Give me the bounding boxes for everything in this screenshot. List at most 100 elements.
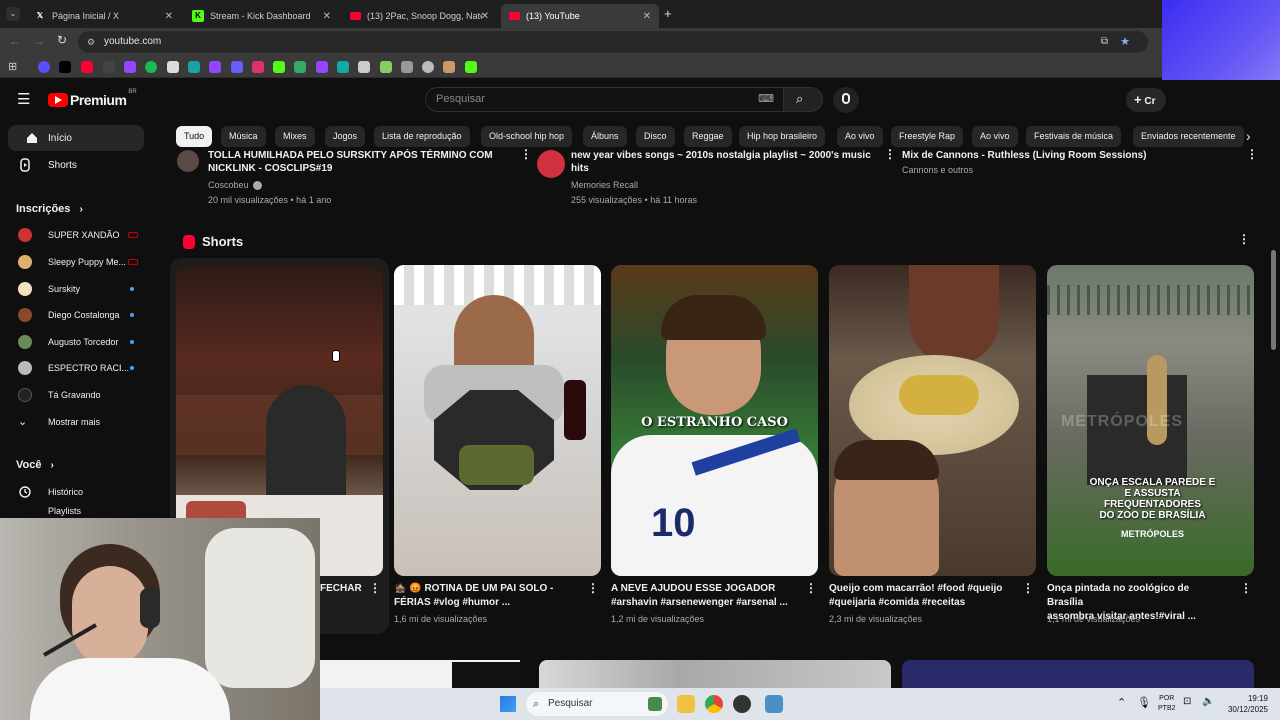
- short-thumbnail[interactable]: 10 O ESTRANHO CASO: [611, 265, 818, 576]
- bookmark-icon[interactable]: [380, 61, 392, 73]
- more-options-icon[interactable]: ⋮: [1022, 582, 1034, 594]
- tab-youtube-music[interactable]: (13) 2Pac, Snoop Dogg, Nate D ✕: [342, 4, 497, 28]
- video-title[interactable]: Mix de Cannons - Ruthless (Living Room S…: [902, 149, 1232, 162]
- x-bookmark-icon[interactable]: [59, 61, 71, 73]
- channel-name[interactable]: Cannons e outros: [902, 165, 973, 175]
- bookmark-icon[interactable]: [422, 61, 434, 73]
- video-title[interactable]: new year vibes songs ~ 2010s nostalgia p…: [571, 149, 881, 175]
- forward-icon[interactable]: →: [33, 34, 45, 48]
- chip-ao-vivo-2[interactable]: Ao vivo: [972, 126, 1018, 147]
- tab-search-button[interactable]: ⌄: [6, 7, 20, 21]
- bookmark-icon[interactable]: [145, 61, 157, 73]
- subscription-item[interactable]: Surskity: [8, 276, 144, 302]
- reload-icon[interactable]: ↻: [57, 33, 67, 47]
- bookmark-icon[interactable]: [294, 61, 306, 73]
- menu-hamburger-icon[interactable]: ☰: [17, 90, 30, 108]
- search-button[interactable]: ⌕: [783, 87, 823, 112]
- channel-name[interactable]: Coscobeu: [208, 180, 249, 190]
- close-tab-icon[interactable]: ✕: [165, 11, 173, 22]
- close-tab-icon[interactable]: ✕: [323, 11, 331, 22]
- video-title[interactable]: TOLLA HUMILHADA PELO SURSKITY APÓS TÉRMI…: [208, 149, 508, 175]
- short-title[interactable]: 🏚️ 😡 ROTINA DE UM PAI SOLO - FÉRIAS #vlo…: [394, 582, 574, 610]
- you-header[interactable]: Você ›: [16, 459, 54, 471]
- youtube-bookmark-icon[interactable]: [81, 61, 93, 73]
- tab-youtube[interactable]: (13) YouTube ✕: [501, 4, 659, 28]
- more-options-icon[interactable]: ⋮: [1240, 582, 1252, 594]
- youtube-logo[interactable]: Premium BR: [48, 89, 137, 108]
- show-more-button[interactable]: ⌄ Mostrar mais: [8, 409, 144, 435]
- chrome-icon[interactable]: [705, 695, 723, 713]
- subscription-item[interactable]: Sleepy Puppy Me...: [8, 249, 144, 275]
- subscription-item[interactable]: Augusto Torcedor: [8, 329, 144, 355]
- subscription-item[interactable]: Tá Gravando: [8, 382, 144, 408]
- language-indicator[interactable]: POR PTB2: [1158, 694, 1176, 714]
- bookmark-icon[interactable]: [167, 61, 179, 73]
- network-icon[interactable]: ⊡: [1183, 696, 1191, 707]
- bookmark-icon[interactable]: [231, 61, 243, 73]
- more-options-icon[interactable]: ⋮: [520, 148, 532, 160]
- chip-jogos[interactable]: Jogos: [325, 126, 366, 147]
- chip-mixes[interactable]: Mixes: [275, 126, 315, 147]
- kick-bookmark-icon[interactable]: [465, 61, 477, 73]
- microphone-tray-icon[interactable]: 🎙: [1137, 696, 1151, 709]
- short-title[interactable]: FECHAR: [320, 582, 370, 596]
- short-thumbnail[interactable]: [829, 265, 1036, 576]
- chip-disco[interactable]: Disco: [636, 126, 675, 147]
- apps-grid-icon[interactable]: ⊞: [8, 60, 17, 73]
- chip-albuns[interactable]: Álbuns: [583, 126, 627, 147]
- chip-enviados[interactable]: Enviados recentemente: [1133, 126, 1244, 147]
- file-explorer-icon[interactable]: [677, 695, 695, 713]
- app-icon[interactable]: [765, 695, 783, 713]
- back-icon[interactable]: ←: [9, 34, 21, 48]
- clock[interactable]: 19:19 30/12/2025: [1220, 693, 1268, 715]
- chip-festivais[interactable]: Festivais de música: [1026, 126, 1122, 147]
- chip-freestyle[interactable]: Freestyle Rap: [891, 126, 964, 147]
- chip-reggae[interactable]: Reggae: [684, 126, 732, 147]
- twitch-bookmark-icon[interactable]: [124, 61, 136, 73]
- instagram-bookmark-icon[interactable]: [252, 61, 264, 73]
- short-thumbnail[interactable]: [394, 265, 601, 576]
- page-scrollbar[interactable]: [1271, 250, 1276, 350]
- more-options-icon[interactable]: ⋮: [587, 582, 599, 594]
- bookmark-icon[interactable]: [358, 61, 370, 73]
- subscription-item[interactable]: Diego Costalonga: [8, 302, 144, 328]
- windows-start-icon[interactable]: [500, 696, 516, 712]
- sidebar-item-home[interactable]: Início: [8, 125, 144, 151]
- bookmark-icon[interactable]: [337, 61, 349, 73]
- keyboard-icon[interactable]: ⌨: [758, 88, 774, 111]
- bookmark-icon[interactable]: [401, 61, 413, 73]
- chevron-right-icon[interactable]: ›: [1246, 128, 1251, 144]
- chip-hip-hop-br[interactable]: Hip hop brasileiro: [739, 126, 826, 147]
- subscriptions-header[interactable]: Inscrições ›: [16, 203, 83, 215]
- more-options-icon[interactable]: ⋮: [884, 148, 896, 160]
- bookmark-icon[interactable]: [188, 61, 200, 73]
- more-options-icon[interactable]: ⋮: [1238, 233, 1250, 245]
- video-thumbnail[interactable]: [902, 660, 1254, 688]
- short-thumbnail[interactable]: METRÓPOLES ONÇA ESCALA PAREDE E E ASSUST…: [1047, 265, 1254, 576]
- install-app-icon[interactable]: ⧉: [1101, 31, 1108, 53]
- channel-name[interactable]: Memories Recall: [571, 180, 638, 190]
- chip-musica[interactable]: Música: [221, 126, 266, 147]
- voice-search-button[interactable]: [833, 87, 859, 113]
- new-tab-button[interactable]: +: [664, 6, 672, 21]
- bookmark-star-icon[interactable]: ★: [1120, 31, 1130, 53]
- chip-ao-vivo[interactable]: Ao vivo: [837, 126, 883, 147]
- subscription-item[interactable]: SUPER XANDÃO: [8, 222, 144, 248]
- more-options-icon[interactable]: ⋮: [1246, 148, 1258, 160]
- video-thumbnail[interactable]: [539, 660, 891, 688]
- tab-x[interactable]: 𝕏 Página Inicial / X ✕: [26, 4, 181, 28]
- tray-chevron-icon[interactable]: ⌃: [1117, 696, 1126, 709]
- app-icon[interactable]: [733, 695, 751, 713]
- tab-kick[interactable]: K Stream - Kick Dashboard ✕: [184, 4, 339, 28]
- subscription-item[interactable]: ESPECTRO RACI...: [8, 355, 144, 381]
- chip-tudo[interactable]: Tudo: [176, 126, 213, 147]
- video-thumbnail[interactable]: [320, 660, 520, 688]
- bookmark-icon[interactable]: [38, 61, 50, 73]
- sidebar-item-history[interactable]: Histórico: [8, 479, 144, 505]
- short-title[interactable]: Queijo com macarrão! #food #queijo #quei…: [829, 582, 1009, 610]
- site-info-icon[interactable]: ⚙: [87, 31, 95, 53]
- short-title[interactable]: A NEVE AJUDOU ESSE JOGADOR #arshavin #ar…: [611, 582, 791, 610]
- close-tab-icon[interactable]: ✕: [643, 11, 651, 22]
- chip-lista[interactable]: Lista de reprodução: [374, 126, 470, 147]
- search-input[interactable]: Pesquisar ⌨: [425, 87, 785, 112]
